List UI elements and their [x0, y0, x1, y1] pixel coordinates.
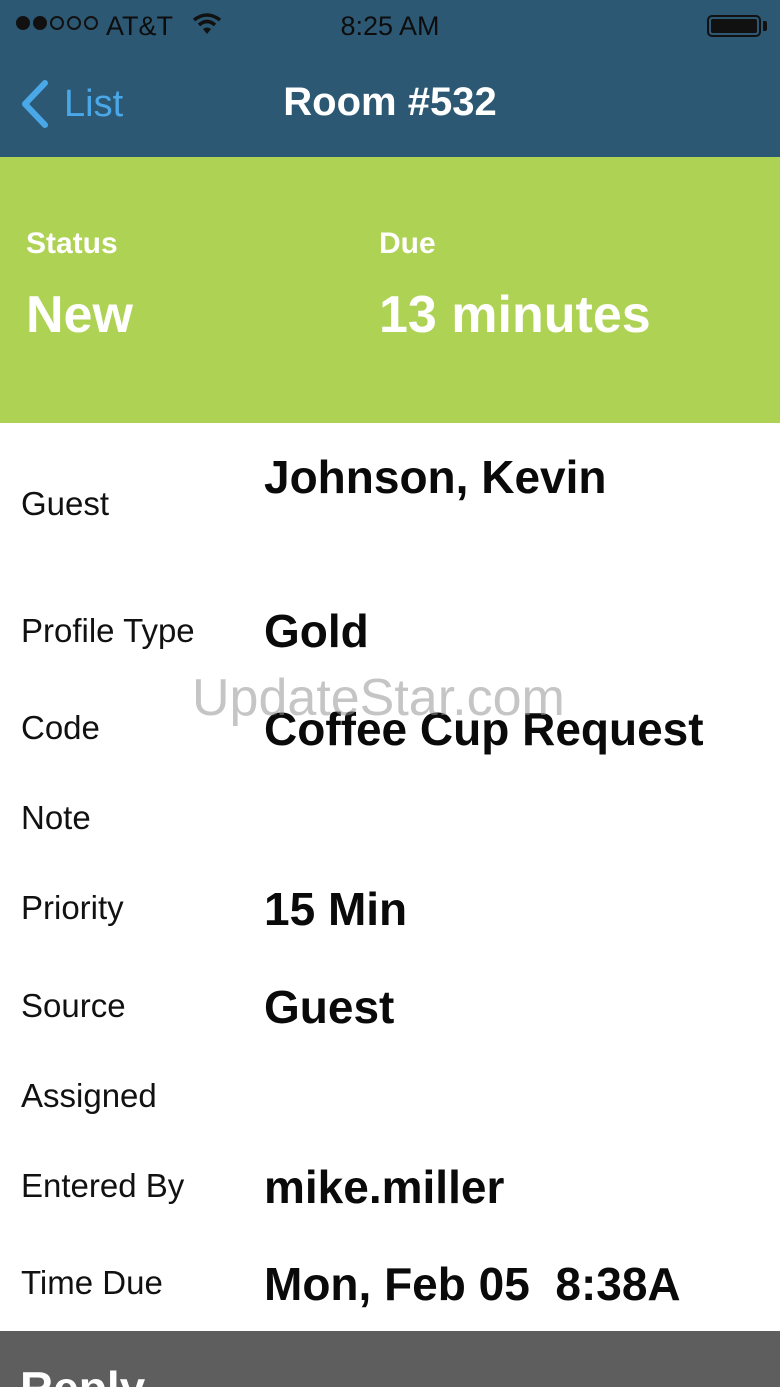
status-time: 8:25 AM [340, 11, 440, 41]
code-value: Coffee Cup Request [264, 703, 704, 755]
status-banner: Status New Due 13 minutes [0, 157, 780, 423]
guest-label: Guest [21, 485, 110, 522]
due-value: 13 minutes [379, 286, 651, 344]
profile-type-label: Profile Type [21, 612, 195, 649]
entered-by-value: mike.miller [264, 1161, 505, 1213]
battery-tip [763, 21, 767, 31]
code-label: Code [21, 709, 100, 746]
status-bar: AT&T 8:25 AM [0, 0, 780, 52]
entered-by-label: Entered By [21, 1167, 185, 1204]
priority-label: Priority [21, 889, 124, 926]
priority-value: 15 Min [264, 883, 408, 935]
time-due-label: Time Due [21, 1264, 163, 1301]
source-label: Source [21, 987, 126, 1024]
note-label: Note [21, 799, 91, 836]
status-label: Status [26, 227, 118, 260]
assigned-label: Assigned [21, 1077, 157, 1114]
source-value: Guest [264, 981, 395, 1033]
battery-icon [707, 15, 761, 37]
status-value: New [26, 286, 133, 344]
due-label: Due [379, 227, 436, 260]
page-title: Room #532 [283, 80, 497, 124]
reply-button[interactable]: Reply [0, 1331, 780, 1387]
reply-label: Reply [20, 1361, 145, 1387]
profile-type-value: Gold [264, 605, 369, 657]
time-due-value: Mon, Feb 05 8:38A [264, 1258, 681, 1310]
navigation-header: AT&T 8:25 AM List Room #532 [0, 0, 780, 157]
guest-value: Johnson, Kevin [264, 451, 607, 503]
